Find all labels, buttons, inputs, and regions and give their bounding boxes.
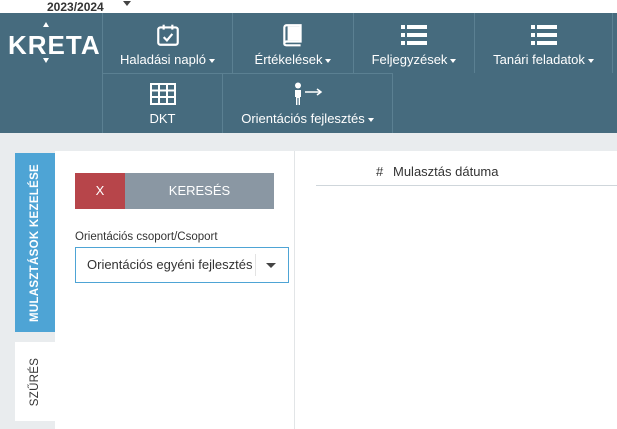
nav-dkt[interactable]: DKT: [102, 73, 223, 133]
nav-label: Tanári feladatok: [493, 52, 585, 67]
school-year-selector[interactable]: 2023/2024: [47, 0, 104, 14]
logo-mark-icon: [43, 58, 49, 63]
nav-tanari-feladatok[interactable]: Tanári feladatok: [475, 13, 613, 73]
row-number-header: #: [376, 164, 384, 179]
chevron-down-icon[interactable]: [123, 1, 131, 6]
tab-label: SZŰRÉS: [29, 357, 41, 406]
nav-orientacios-fejlesztes[interactable]: Orientációs fejlesztés: [223, 73, 393, 133]
logo-mark-icon: [43, 22, 49, 27]
content-top-strip: [0, 133, 617, 151]
nav-ertekelesek[interactable]: Értékelések: [233, 13, 354, 73]
chevron-down-icon: [209, 58, 215, 63]
grid-header: # Mulasztás dátuma: [316, 155, 617, 186]
nav-haladasi-naplo[interactable]: Haladási napló: [102, 13, 233, 73]
kreta-logo[interactable]: KRETA: [8, 30, 101, 60]
person-arrow-icon: [294, 82, 322, 105]
clear-filter-button[interactable]: X: [75, 173, 125, 209]
search-button[interactable]: KERESÉS: [125, 173, 274, 209]
column-header-mulasztas-datuma[interactable]: Mulasztás dátuma: [393, 164, 499, 179]
main-nav: KRETA Haladási napló Értékelések Feljegy…: [0, 13, 617, 133]
table-icon: [149, 83, 176, 105]
list-icon: [401, 25, 427, 45]
chevron-down-icon[interactable]: [266, 263, 276, 268]
tab-mulasztasok-kezelese[interactable]: MULASZTÁSOK KEZELÉSE: [15, 153, 55, 332]
nav-label: Feljegyzések: [371, 52, 448, 67]
calendar-check-icon: [156, 24, 179, 46]
chevron-down-icon: [450, 58, 457, 63]
chevron-down-icon: [325, 58, 332, 63]
group-select[interactable]: Orientációs egyéni fejlesztés: [75, 247, 289, 283]
book-icon: [283, 24, 302, 47]
nav-label: Értékelések: [254, 52, 323, 67]
chevron-down-icon: [367, 117, 374, 122]
nav-label: DKT: [149, 111, 176, 126]
tab-szures[interactable]: SZŰRÉS: [15, 342, 55, 421]
tab-label: MULASZTÁSOK KEZELÉSE: [29, 163, 41, 322]
chevron-down-icon: [587, 58, 594, 63]
nav-feljegyzesek[interactable]: Feljegyzések: [354, 13, 475, 73]
nav-label: Haladási napló: [119, 52, 206, 67]
select-divider: [255, 254, 256, 276]
group-filter-label: Orientációs csoport/Csoport: [75, 231, 218, 243]
group-select-value: Orientációs egyéni fejlesztés: [87, 257, 253, 272]
list-icon: [530, 25, 557, 45]
nav-label: Orientációs fejlesztés: [241, 111, 365, 126]
